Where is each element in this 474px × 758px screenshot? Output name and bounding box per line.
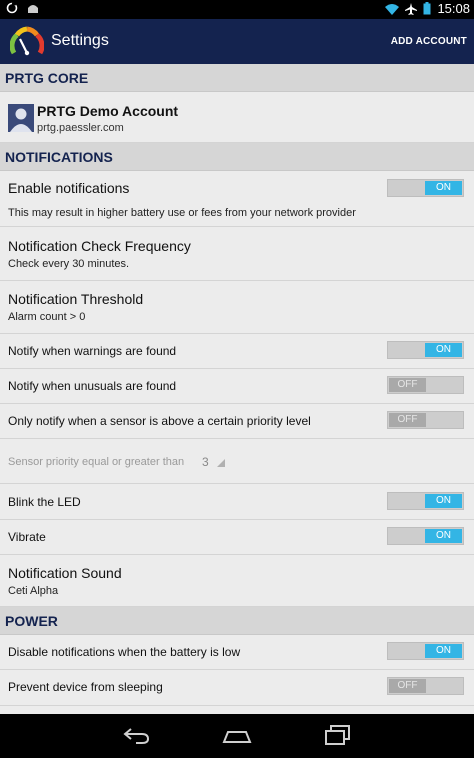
status-bar: 15:08 <box>0 0 474 19</box>
toggle-state: OFF <box>389 413 426 427</box>
toggle-state: ON <box>425 529 462 543</box>
setting-title: Only notify when a sensor is above a cer… <box>8 414 311 428</box>
clock: 15:08 <box>437 1 470 16</box>
toggle-state: ON <box>425 644 462 658</box>
navigation-bar <box>0 714 474 758</box>
toggle-state: ON <box>425 343 462 357</box>
priority-only-toggle[interactable]: OFF <box>387 411 464 429</box>
prtg-logo-icon[interactable] <box>9 26 45 60</box>
setting-priority-only[interactable]: Only notify when a sensor is above a cer… <box>0 404 474 439</box>
section-header-notifications: NOTIFICATIONS <box>0 143 474 171</box>
setting-battery-low[interactable]: Disable notifications when the battery i… <box>0 635 474 670</box>
setting-title: Vibrate <box>8 530 46 544</box>
setting-enable-notifications[interactable]: Enable notifications This may result in … <box>0 171 474 227</box>
add-account-button[interactable]: ADD ACCOUNT <box>391 36 467 47</box>
battery-icon <box>423 2 431 15</box>
home-icon[interactable] <box>222 724 252 751</box>
section-header-power: POWER <box>0 607 474 635</box>
settings-list[interactable]: PRTG CORE PRTG Demo Account prtg.paessle… <box>0 64 474 714</box>
setting-title: Notify when warnings are found <box>8 344 177 358</box>
setting-title: Blink the LED <box>8 495 81 509</box>
enable-notifications-toggle[interactable]: ON <box>387 179 464 197</box>
vibrate-toggle[interactable]: ON <box>387 527 464 545</box>
setting-notification-sound[interactable]: Notification Sound Ceti Alpha <box>0 555 474 607</box>
battery-low-toggle[interactable]: ON <box>387 642 464 660</box>
setting-title: Notification Sound <box>8 565 122 581</box>
blink-led-toggle[interactable]: ON <box>387 492 464 510</box>
toggle-state: OFF <box>389 378 426 392</box>
setting-vibrate[interactable]: Vibrate ON <box>0 520 474 555</box>
action-bar: Settings ADD ACCOUNT <box>0 19 474 64</box>
setting-blink-led[interactable]: Blink the LED ON <box>0 484 474 520</box>
setting-title: Prevent device from sleeping <box>8 680 163 694</box>
priority-level-value: 3 <box>202 455 209 469</box>
account-name: PRTG Demo Account <box>37 103 179 119</box>
setting-summary: This may result in higher battery use or… <box>8 207 356 219</box>
notify-warnings-toggle[interactable]: ON <box>387 341 464 359</box>
setting-title: Disable notifications when the battery i… <box>8 645 241 659</box>
airplane-mode-icon <box>405 2 418 15</box>
account-item[interactable]: PRTG Demo Account prtg.paessler.com <box>0 92 474 143</box>
android-icon <box>26 2 40 14</box>
account-host: prtg.paessler.com <box>37 122 124 134</box>
page-title: Settings <box>51 32 109 49</box>
setting-title: Notification Check Frequency <box>8 238 191 254</box>
setting-notify-unusuals[interactable]: Notify when unusuals are found OFF <box>0 369 474 404</box>
toggle-state: ON <box>425 494 462 508</box>
setting-notification-threshold[interactable]: Notification Threshold Alarm count > 0 <box>0 281 474 334</box>
toggle-state: ON <box>425 181 462 195</box>
circle-notification-icon <box>6 2 18 14</box>
prevent-sleep-toggle[interactable]: OFF <box>387 677 464 695</box>
recent-apps-icon[interactable] <box>324 724 352 751</box>
setting-notify-warnings[interactable]: Notify when warnings are found ON <box>0 334 474 369</box>
setting-priority-level: Sensor priority equal or greater than 3 <box>0 439 474 484</box>
setting-title: Sensor priority equal or greater than <box>8 456 185 468</box>
section-header-prtg-core: PRTG CORE <box>0 64 474 92</box>
setting-summary: Ceti Alpha <box>8 585 59 597</box>
back-icon[interactable] <box>122 724 150 751</box>
spinner-arrow-icon <box>217 459 225 467</box>
setting-title: Notify when unusuals are found <box>8 379 177 393</box>
notify-unusuals-toggle[interactable]: OFF <box>387 376 464 394</box>
setting-title: Notification Threshold <box>8 291 144 307</box>
setting-title: Enable notifications <box>8 180 130 196</box>
wifi-icon <box>385 3 400 15</box>
setting-summary: Check every 30 minutes. <box>8 258 130 270</box>
setting-check-frequency[interactable]: Notification Check Frequency Check every… <box>0 227 474 281</box>
toggle-state: OFF <box>389 679 426 693</box>
person-icon <box>8 104 34 132</box>
setting-prevent-sleep[interactable]: Prevent device from sleeping OFF <box>0 670 474 706</box>
setting-summary: Alarm count > 0 <box>8 311 86 323</box>
